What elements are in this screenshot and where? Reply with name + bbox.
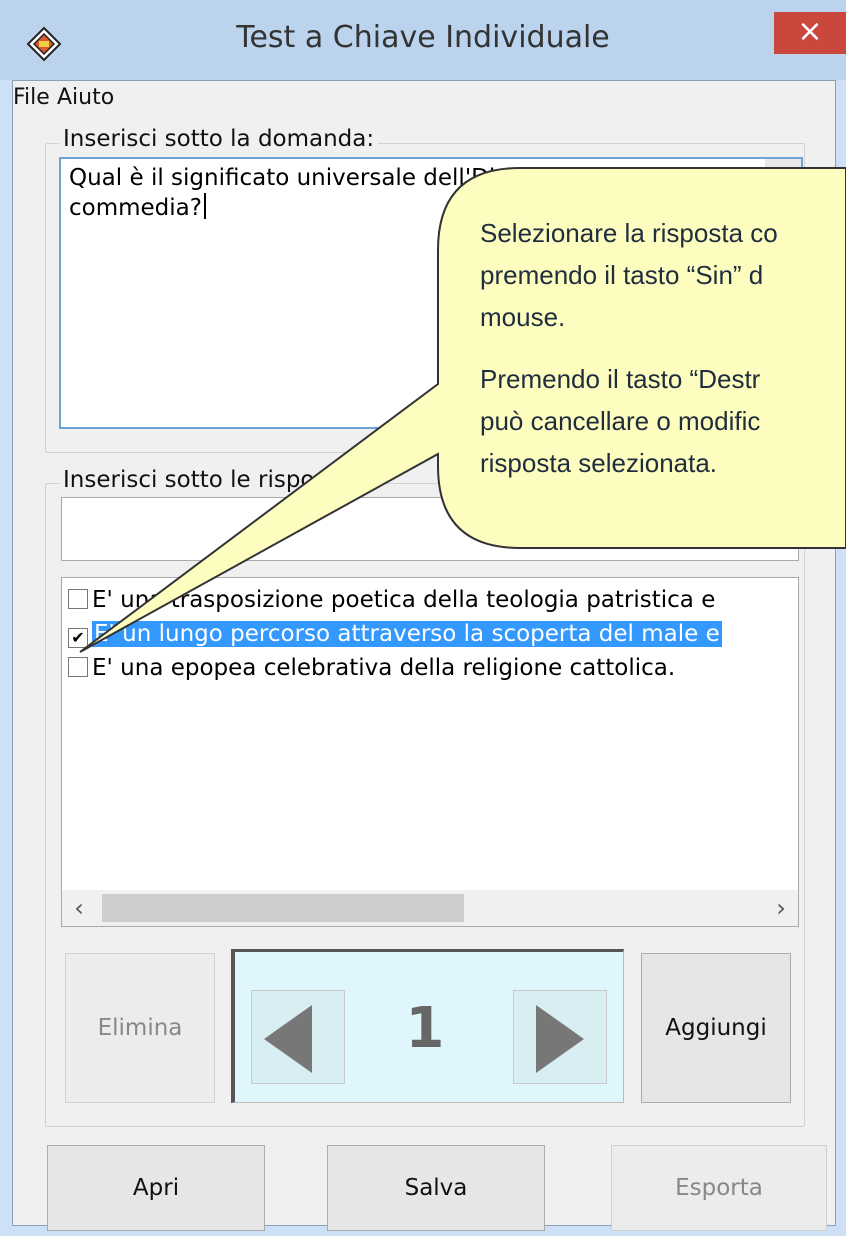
callout-line: può cancellare o modific bbox=[480, 406, 761, 436]
callout-line: mouse. bbox=[480, 302, 566, 332]
callout-line: Premendo il tasto “Destr bbox=[480, 364, 761, 394]
callout-line: premendo il tasto “Sin” d bbox=[480, 260, 764, 290]
callout-bubble bbox=[79, 167, 846, 653]
callout-line: risposta selezionata. bbox=[480, 448, 718, 478]
callout-text: Selezionare la risposta co premendo il t… bbox=[480, 212, 846, 484]
callout-line: Selezionare la risposta co bbox=[480, 218, 778, 248]
